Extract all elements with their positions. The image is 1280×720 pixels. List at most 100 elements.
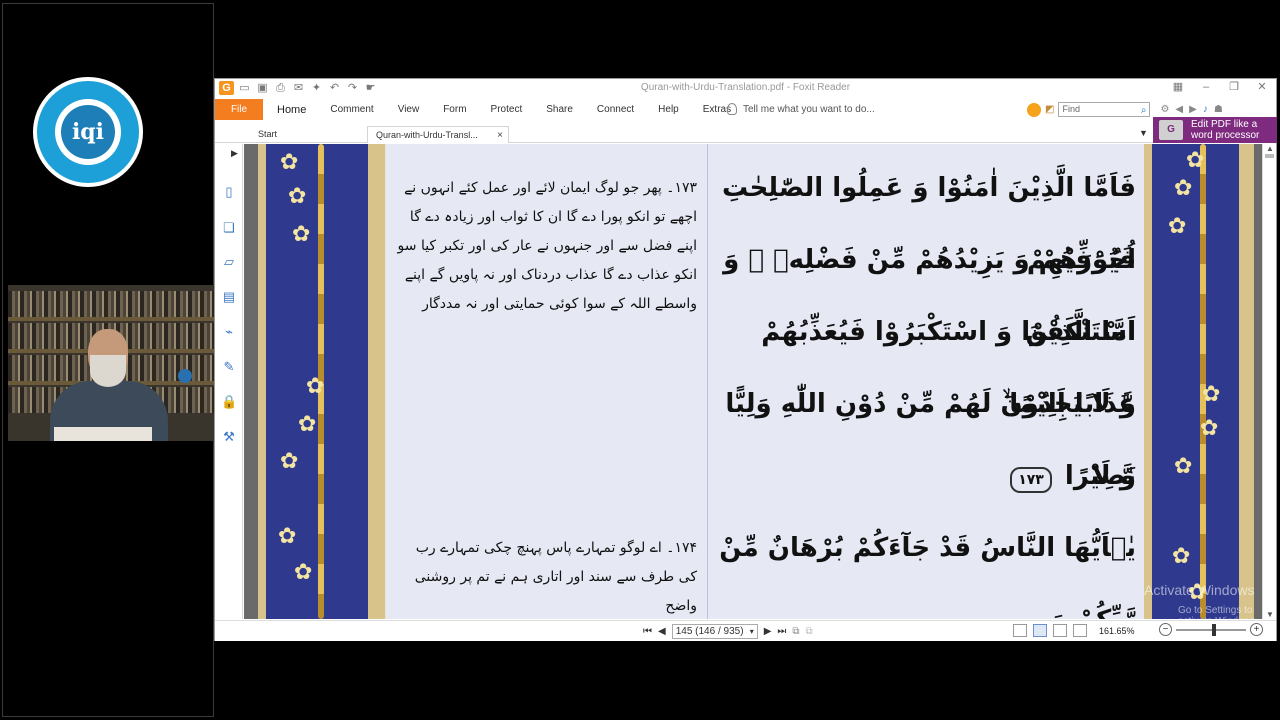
tab-comment[interactable]: Comment [330, 104, 373, 115]
arabic-line-end: نَصِيْرًا ۱۷۳ [706, 440, 1136, 512]
urdu-paragraph-174: ۱۷۴۔ اے لوگو تمہارے پاس پہنچ چکی تمہارے … [414, 540, 697, 614]
arabic-line: يٰۤاَيُّهَا النَّاسُ قَدْ جَآءَكُمْ بُرْ… [719, 533, 1136, 619]
find-input[interactable]: Find ⌕ [1058, 102, 1151, 117]
arabic-text-column: فَاَمَّا الَّذِيْنَ اٰمَنُوْا وَ عَمِلُو… [708, 144, 1144, 619]
gear-icon[interactable]: ⚙ [1160, 104, 1169, 115]
single-page-icon[interactable] [1013, 624, 1027, 637]
tab-share[interactable]: Share [546, 104, 573, 115]
tab-home[interactable]: Home [277, 104, 306, 116]
file-menu-button[interactable]: File [215, 99, 263, 120]
user-icon[interactable]: ☗ [1214, 104, 1223, 115]
navigation-panel: ▶ ▯ ❏ ▱ ▤ ⌁ ✎ 🔒 ⚒ [215, 144, 243, 619]
flower-ornament: ✿ [1202, 382, 1221, 407]
previous-page-icon[interactable]: ◀ [658, 626, 666, 637]
ribbon-menu: File Home Comment View Form Protect Shar… [215, 99, 1276, 120]
zoom-controls: − + [1159, 623, 1263, 636]
zoom-in-icon[interactable]: + [1250, 623, 1263, 636]
scroll-thumb[interactable] [1265, 154, 1274, 158]
zoom-out-icon[interactable]: − [1159, 623, 1172, 636]
close-tab-icon[interactable]: × [497, 127, 503, 144]
tab-help[interactable]: Help [658, 104, 679, 115]
tell-me-search[interactable]: Tell me what you want to do... [727, 103, 875, 115]
open-book [54, 427, 152, 441]
minimize-icon[interactable]: – [1198, 80, 1214, 94]
next-view-icon[interactable]: ⧉ [806, 626, 813, 637]
flower-ornament: ✿ [306, 374, 325, 399]
close-icon[interactable]: ✕ [1254, 80, 1270, 94]
tab-form[interactable]: Form [443, 104, 466, 115]
tab-view[interactable]: View [398, 104, 420, 115]
phantom-pdf-icon: G [1159, 120, 1183, 140]
screen: iqi G ▭ ▣ ⎙ ✉ ✦ ↶ ↷ ☛ Quran-with-Urdu-Tr… [0, 0, 1280, 720]
flower-ornament: ✿ [298, 412, 317, 437]
facing-page-icon[interactable] [1053, 624, 1067, 637]
urdu-translation-column: ۱۷۳۔ پھر جو لوگ ایمان لائے اور عمل کئے ا… [386, 144, 708, 619]
feedback-icon[interactable] [1027, 102, 1041, 117]
flower-ornament: ✿ [294, 560, 313, 585]
first-page-icon[interactable]: ⏮ [643, 626, 652, 637]
search-icon[interactable]: ⌕ [1141, 104, 1147, 117]
restore-icon[interactable]: ❐ [1226, 80, 1242, 94]
flower-ornament: ✿ [280, 150, 299, 175]
document-viewport[interactable]: ✿ ✿ ✿ ✿ ✿ ✿ ✿ ✿ ۱۷۳۔ پھر جو لوگ ایمان لا… [244, 144, 1263, 619]
logo-mark: iqi [61, 105, 115, 159]
tab-connect[interactable]: Connect [597, 104, 634, 115]
ribbon-icons: ⚙ ◀ ▶ ♪ ☗ [1160, 104, 1222, 115]
page-thumbnail-icon[interactable]: ▯ [221, 184, 237, 200]
comments-icon[interactable]: ▤ [221, 289, 237, 305]
pdf-page: ✿ ✿ ✿ ✿ ✿ ✿ ✿ ✿ ۱۷۳۔ پھر جو لوگ ایمان لا… [258, 144, 1254, 619]
next-page-icon[interactable]: ▶ [764, 626, 772, 637]
scroll-up-icon[interactable]: ▲ [1266, 144, 1274, 153]
page-number-value: 145 (146 / 935) [675, 626, 744, 637]
next-result-icon[interactable]: ▶ [1189, 104, 1197, 115]
foxit-reader-window: G ▭ ▣ ⎙ ✉ ✦ ↶ ↷ ☛ Quran-with-Urdu-Transl… [214, 78, 1277, 641]
continuous-page-icon[interactable] [1033, 624, 1047, 637]
expand-panel-icon[interactable]: ▶ [231, 148, 238, 159]
last-page-icon[interactable]: ⏭ [777, 626, 786, 637]
page-number-field[interactable]: 145 (146 / 935) ▾ [671, 624, 758, 639]
flower-ornament: ✿ [1168, 214, 1187, 239]
presenter-beard [90, 355, 126, 387]
ayah-marker-173: ۱۷۳ [1010, 467, 1052, 493]
zoom-level[interactable]: 161.65% [1099, 626, 1135, 636]
skin-icon[interactable]: ◩ [1045, 104, 1054, 115]
notification-icon[interactable]: ♪ [1203, 104, 1208, 115]
flower-ornament: ✿ [1186, 148, 1205, 173]
vertical-scrollbar[interactable]: ▲ ▼ [1262, 144, 1276, 619]
activate-windows-subtext: Go to Settings to activate Windows. [1178, 605, 1259, 619]
promo-line2: word processor [1191, 130, 1260, 141]
ribbon-tabs: Home Comment View Form Protect Share Con… [277, 99, 755, 120]
attachment-icon[interactable]: ⌁ [221, 324, 237, 340]
flower-ornament: ✿ [1200, 416, 1219, 441]
activate-windows-watermark: Activate Windows [1144, 582, 1255, 598]
signature-icon[interactable]: ✎ [221, 359, 237, 375]
edit-pdf-promo[interactable]: G Edit PDF like a word processor [1153, 117, 1277, 143]
chevron-down-icon[interactable]: ▼ [1139, 128, 1148, 138]
prev-result-icon[interactable]: ◀ [1175, 104, 1183, 115]
bookmark-icon[interactable]: ❏ [221, 220, 237, 236]
flower-ornament: ✿ [292, 222, 311, 247]
lock-icon[interactable]: 🔒 [221, 394, 237, 410]
tools-icon[interactable]: ⚒ [221, 429, 237, 445]
presenter-webcam [8, 285, 215, 441]
layers-icon[interactable]: ▱ [221, 254, 237, 270]
flower-ornament: ✿ [1174, 176, 1193, 201]
lightbulb-icon [727, 103, 737, 115]
microphone [178, 369, 192, 383]
continuous-facing-icon[interactable] [1073, 624, 1087, 637]
ribbon-right-tools: ◩ Find ⌕ ⚙ ◀ ▶ ♪ ☗ [1027, 102, 1223, 117]
decorative-border-left: ✿ ✿ ✿ ✿ ✿ ✿ ✿ ✿ [258, 144, 385, 619]
zoom-slider[interactable] [1176, 623, 1246, 636]
ribbon-toggle-icon[interactable]: ▦ [1170, 80, 1186, 94]
scroll-down-icon[interactable]: ▼ [1266, 610, 1274, 619]
zoom-slider-knob[interactable] [1212, 623, 1216, 636]
tab-document[interactable]: Quran-with-Urdu-Transl... × [367, 126, 509, 143]
chevron-down-icon[interactable]: ▾ [750, 625, 754, 638]
presenter [50, 325, 170, 441]
title-bar: G ▭ ▣ ⎙ ✉ ✦ ↶ ↷ ☛ Quran-with-Urdu-Transl… [215, 79, 1276, 98]
tab-start[interactable]: Start [250, 126, 360, 143]
tell-me-text: Tell me what you want to do... [743, 103, 875, 115]
previous-view-icon[interactable]: ⧉ [792, 626, 799, 637]
tab-protect[interactable]: Protect [491, 104, 523, 115]
flower-ornament: ✿ [288, 184, 307, 209]
